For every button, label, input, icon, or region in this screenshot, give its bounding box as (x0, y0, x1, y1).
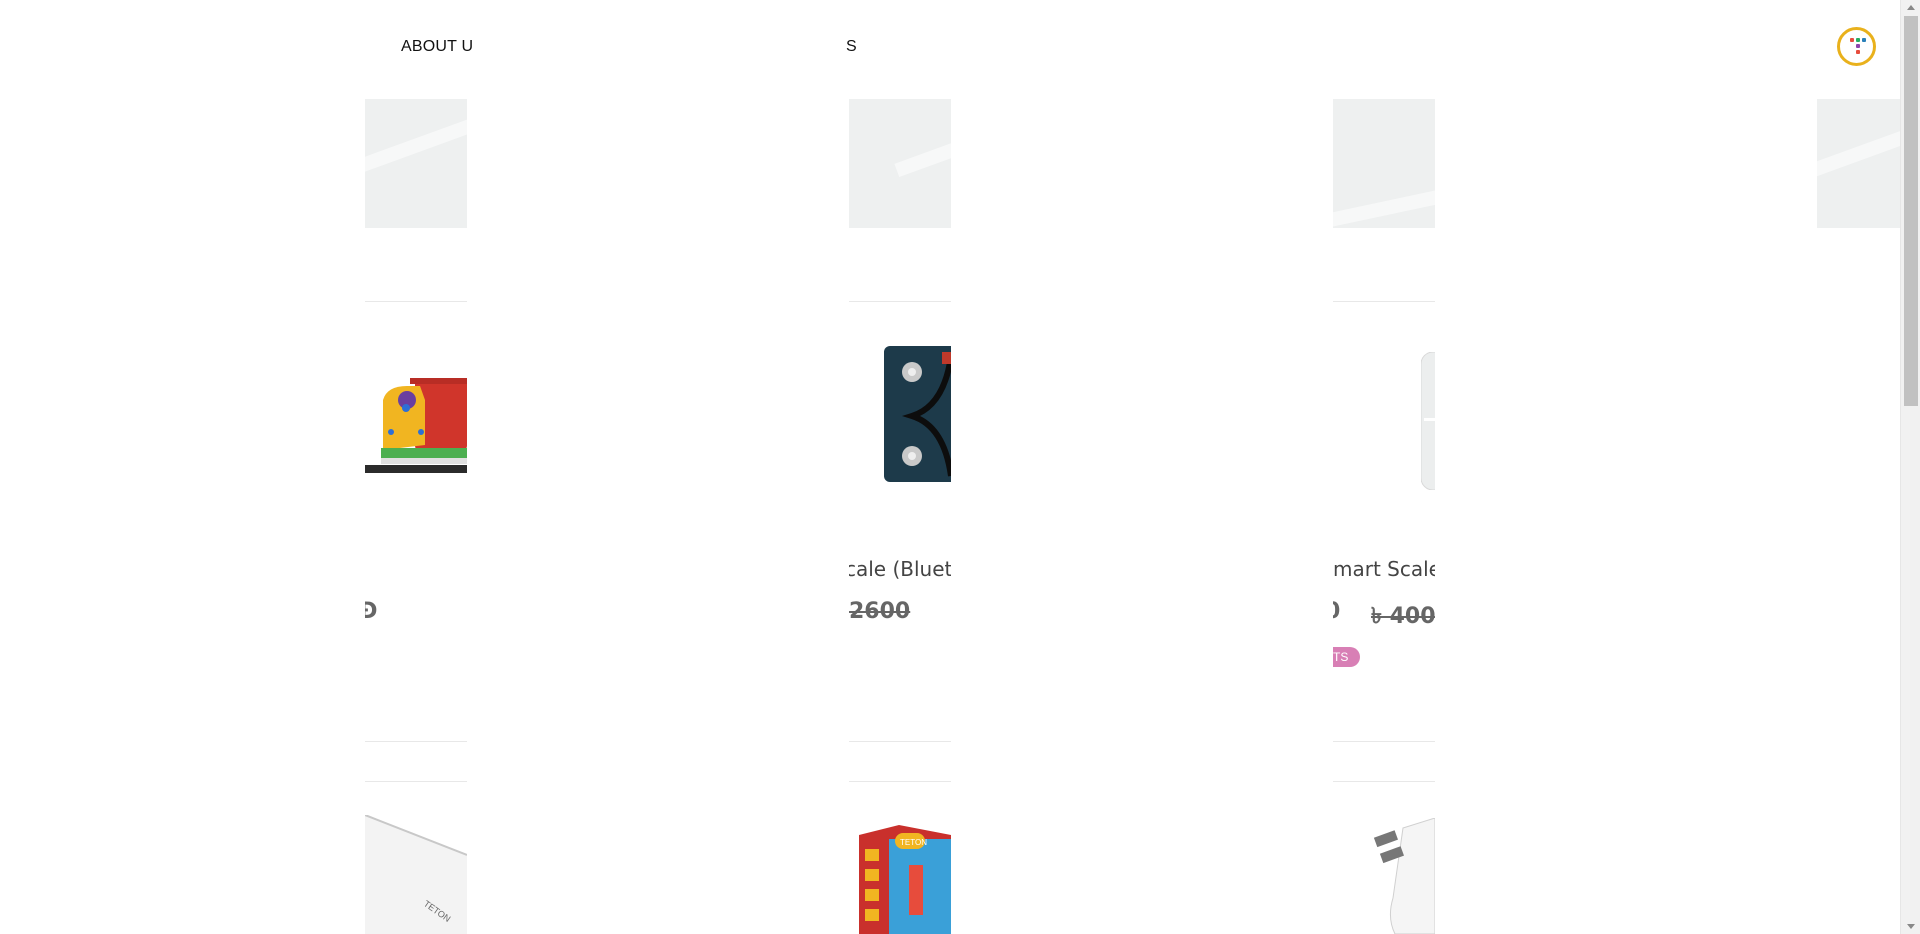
banner-placeholder (365, 99, 467, 228)
discount-badge: TS (1333, 647, 1361, 667)
white-device-icon: TETON (365, 814, 467, 934)
bluetooth-scale-icon (884, 346, 951, 482)
product-image[interactable] (884, 346, 951, 482)
product-image[interactable] (365, 370, 467, 480)
product-price: 0 (1333, 599, 1340, 624)
divider (1333, 741, 1435, 742)
product-image[interactable]: TETON (859, 825, 951, 934)
divider (365, 301, 467, 302)
banner-placeholder (1333, 99, 1435, 228)
product-old-price: 2600 (849, 599, 911, 624)
svg-text:TETON: TETON (900, 838, 927, 847)
placeholder-streak (1817, 99, 1900, 188)
divider (849, 301, 951, 302)
wall-plug-adapter-icon (1373, 817, 1435, 934)
product-column: cale (Blueto 2600 TETON (849, 0, 951, 934)
teton-box-icon: TETON (859, 825, 951, 934)
product-column (1817, 0, 1900, 934)
divider (1333, 301, 1435, 302)
product-image[interactable]: TETON (365, 814, 467, 934)
toy-train-icon (365, 378, 467, 473)
product-name[interactable]: mart Scale ( (1333, 557, 1435, 581)
placeholder-streak (365, 99, 467, 198)
divider (365, 781, 467, 782)
smart-scale-icon (1420, 351, 1435, 491)
vertical-scrollbar[interactable] (1900, 0, 1920, 934)
product-old-price: ৳ 400 (1371, 604, 1435, 629)
placeholder-streak (1333, 162, 1435, 228)
scroll-up-arrow-icon[interactable] (1907, 5, 1915, 10)
divider (849, 741, 951, 742)
product-name[interactable]: cale (Blueto (849, 557, 951, 581)
banner-placeholder (1817, 99, 1900, 228)
product-image[interactable] (1420, 351, 1435, 491)
product-column: Ð TETON (365, 0, 467, 934)
banner-placeholder (849, 99, 951, 228)
product-image[interactable] (1373, 817, 1435, 934)
divider (1333, 781, 1435, 782)
scroll-down-arrow-icon[interactable] (1907, 924, 1915, 929)
product-column: mart Scale ( 0 ৳ 400 TS (1333, 0, 1435, 934)
divider (365, 741, 467, 742)
product-price: Ð (365, 599, 378, 624)
placeholder-streak (894, 99, 951, 178)
divider (849, 781, 951, 782)
scroll-thumb[interactable] (1904, 16, 1918, 406)
